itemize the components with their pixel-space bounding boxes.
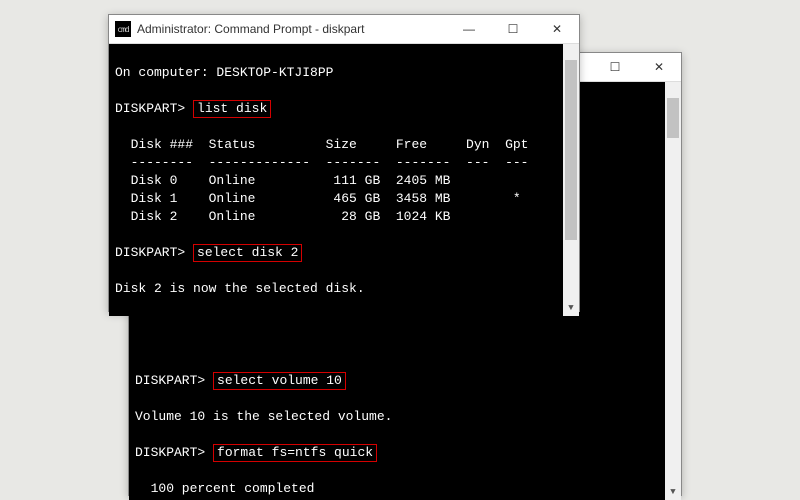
disk-table-header: Disk ### Status Size Free Dyn Gpt: [115, 137, 528, 152]
cmd-select-volume: select volume 10: [213, 372, 346, 390]
disk-row: Disk 2 Online 28 GB 1024 KB: [115, 209, 450, 224]
prompt: DISKPART>: [115, 245, 185, 260]
cmd-format: format fs=ntfs quick: [213, 444, 377, 462]
cmd-select-disk: select disk 2: [193, 244, 302, 262]
maximize-button[interactable]: ☐: [491, 15, 535, 43]
close-button[interactable]: ✕: [637, 53, 681, 81]
maximize-button[interactable]: ☐: [593, 53, 637, 81]
scrollbar-front[interactable]: ▲ ▼: [563, 44, 579, 316]
cmd-window-front: cmd Administrator: Command Prompt - disk…: [108, 14, 580, 312]
minimize-button[interactable]: —: [447, 15, 491, 43]
scroll-down-icon[interactable]: ▼: [665, 484, 681, 500]
selected-disk-msg: Disk 2 is now the selected disk.: [115, 281, 365, 296]
cmd-list-disk: list disk: [193, 100, 271, 118]
scroll-thumb[interactable]: [565, 60, 577, 240]
computer-line: On computer: DESKTOP-KTJI8PP: [115, 65, 333, 80]
scroll-thumb[interactable]: [667, 98, 679, 138]
scroll-down-icon[interactable]: ▼: [563, 300, 579, 316]
close-button[interactable]: ✕: [535, 15, 579, 43]
disk-row: Disk 0 Online 111 GB 2405 MB: [115, 173, 450, 188]
selected-volume-msg: Volume 10 is the selected volume.: [135, 409, 392, 424]
titlebar-front[interactable]: cmd Administrator: Command Prompt - disk…: [109, 15, 579, 44]
terminal-front[interactable]: On computer: DESKTOP-KTJI8PP DISKPART> l…: [109, 44, 579, 316]
window-controls-front: — ☐ ✕: [447, 15, 579, 43]
disk-row: Disk 1 Online 465 GB 3458 MB *: [115, 191, 521, 206]
cmd-icon: cmd: [115, 21, 131, 37]
prompt: DISKPART>: [135, 445, 205, 460]
progress-text: 100 percent completed: [135, 481, 314, 496]
disk-table-rule: -------- ------------- ------- ------- -…: [115, 155, 528, 170]
scrollbar-back[interactable]: ▲ ▼: [665, 82, 681, 500]
window-title: Administrator: Command Prompt - diskpart: [137, 22, 447, 36]
prompt: DISKPART>: [115, 101, 185, 116]
prompt: DISKPART>: [135, 373, 205, 388]
